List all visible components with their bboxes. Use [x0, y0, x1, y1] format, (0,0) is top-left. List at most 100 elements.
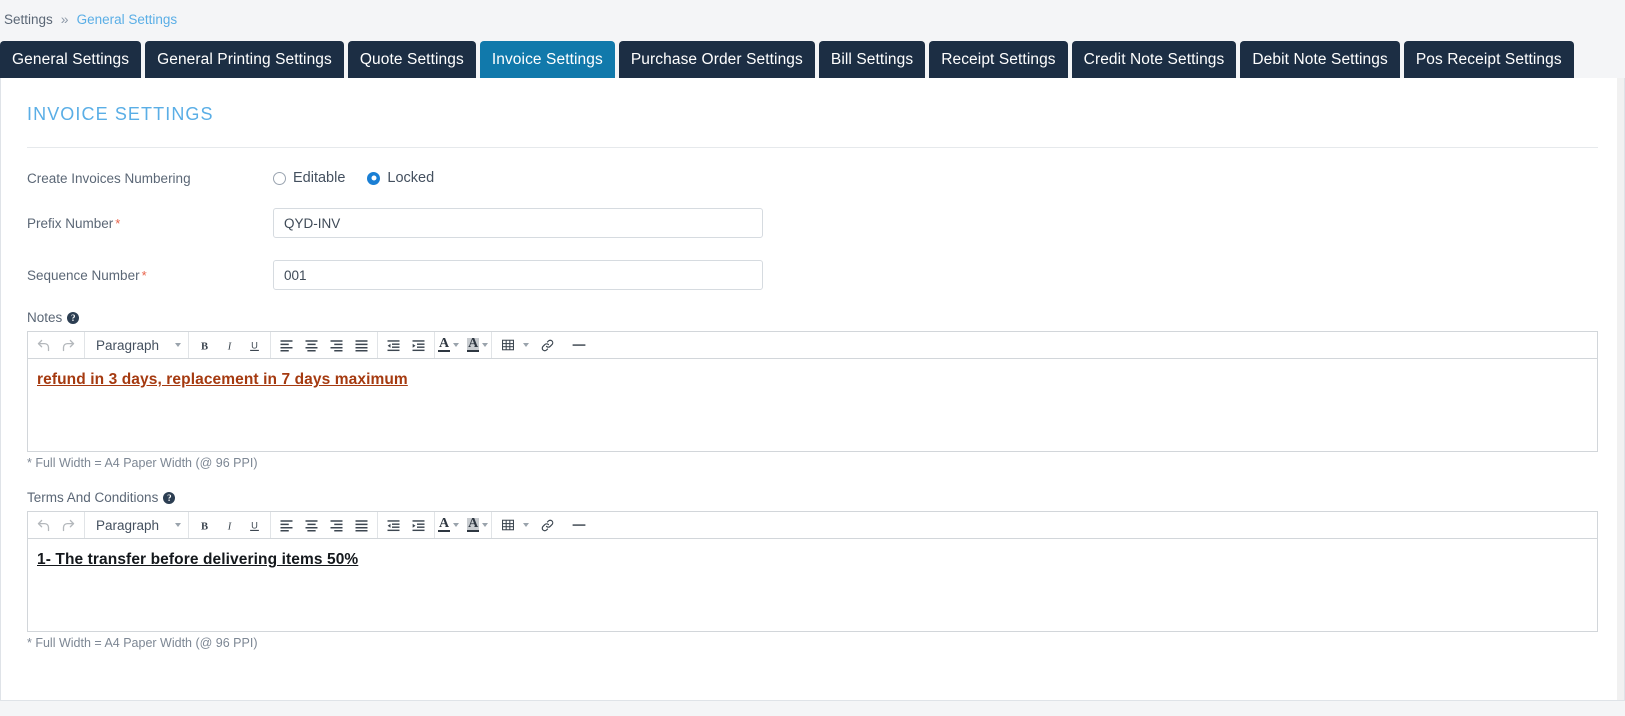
outdent-icon[interactable] — [381, 513, 406, 538]
link-icon[interactable] — [535, 333, 560, 358]
insert-group — [492, 332, 594, 358]
sequence-number-input[interactable] — [273, 260, 763, 290]
numbering-radio-group: Editable Locked — [273, 170, 434, 186]
notes-content: refund in 3 days, replacement in 7 days … — [37, 371, 408, 388]
text-color-button[interactable]: A — [438, 338, 459, 352]
terms-editor: Paragraph B I U — [27, 511, 1598, 632]
terms-label-text: Terms And Conditions — [27, 490, 158, 505]
table-chevron-down-icon[interactable] — [523, 523, 529, 527]
radio-locked[interactable]: Locked — [367, 170, 434, 186]
svg-text:I: I — [227, 521, 232, 532]
align-left-icon[interactable] — [274, 513, 299, 538]
text-color-icon: A — [438, 518, 450, 532]
tab-receipt-settings[interactable]: Receipt Settings — [929, 41, 1067, 78]
svg-text:U: U — [251, 520, 258, 530]
radio-editable[interactable]: Editable — [273, 170, 345, 186]
bold-icon[interactable]: B — [192, 333, 217, 358]
svg-text:U: U — [251, 340, 258, 350]
table-icon[interactable] — [495, 333, 520, 358]
breadcrumb: Settings » General Settings — [0, 0, 1625, 38]
notes-hint: * Full Width = A4 Paper Width (@ 96 PPI) — [27, 456, 1598, 470]
redo-icon[interactable] — [56, 333, 81, 358]
notes-label-text: Notes — [27, 310, 62, 325]
indent-group — [378, 512, 435, 538]
settings-tab-bar: General Settings General Printing Settin… — [0, 38, 1625, 78]
help-icon[interactable]: ? — [163, 492, 175, 504]
outdent-icon[interactable] — [381, 333, 406, 358]
radio-editable-label: Editable — [293, 170, 345, 186]
background-color-icon: A — [467, 338, 479, 352]
background-color-button[interactable]: A — [467, 338, 488, 352]
horizontal-rule-icon[interactable] — [566, 513, 591, 538]
background-color-chevron-down-icon[interactable] — [482, 523, 488, 527]
align-right-icon[interactable] — [324, 333, 349, 358]
radio-locked-label: Locked — [387, 170, 434, 186]
text-color-chevron-down-icon[interactable] — [453, 343, 459, 347]
svg-text:B: B — [201, 521, 208, 532]
svg-text:I: I — [227, 341, 232, 352]
undo-icon[interactable] — [31, 513, 56, 538]
block-format-select[interactable]: Paragraph — [88, 513, 185, 538]
table-chevron-down-icon[interactable] — [523, 343, 529, 347]
tab-pos-receipt-settings[interactable]: Pos Receipt Settings — [1404, 41, 1574, 78]
indent-icon[interactable] — [406, 513, 431, 538]
notes-editor-body[interactable]: refund in 3 days, replacement in 7 days … — [28, 359, 1597, 451]
create-invoices-numbering-row: Create Invoices Numbering Editable Locke… — [27, 170, 1598, 186]
history-group — [28, 332, 85, 358]
chevron-down-icon — [175, 343, 181, 347]
italic-icon[interactable]: I — [217, 513, 242, 538]
terms-and-conditions-label: Terms And Conditions ? — [27, 490, 1598, 505]
tab-purchase-order-settings[interactable]: Purchase Order Settings — [619, 41, 815, 78]
tab-invoice-settings[interactable]: Invoice Settings — [480, 41, 615, 78]
prefix-number-label-text: Prefix Number — [27, 216, 113, 231]
align-center-icon[interactable] — [299, 333, 324, 358]
tab-debit-note-settings[interactable]: Debit Note Settings — [1240, 41, 1399, 78]
table-button[interactable] — [495, 513, 529, 538]
bold-icon[interactable]: B — [192, 513, 217, 538]
title-divider — [27, 147, 1598, 148]
background-color-button[interactable]: A — [467, 518, 488, 532]
block-format-select[interactable]: Paragraph — [88, 333, 185, 358]
prefix-number-row: Prefix Number* — [27, 208, 1598, 238]
block-format-group: Paragraph — [85, 512, 189, 538]
undo-icon[interactable] — [31, 333, 56, 358]
align-justify-icon[interactable] — [349, 513, 374, 538]
align-justify-icon[interactable] — [349, 333, 374, 358]
tab-quote-settings[interactable]: Quote Settings — [348, 41, 476, 78]
radio-editable-circle[interactable] — [273, 172, 286, 185]
underline-icon[interactable]: U — [242, 333, 267, 358]
text-color-icon: A — [438, 338, 450, 352]
align-left-icon[interactable] — [274, 333, 299, 358]
help-icon[interactable]: ? — [67, 312, 79, 324]
notes-editor-toolbar: Paragraph B I U — [28, 332, 1597, 359]
radio-locked-circle[interactable] — [367, 172, 380, 185]
terms-editor-body[interactable]: 1- The transfer before delivering items … — [28, 539, 1597, 631]
tab-bill-settings[interactable]: Bill Settings — [819, 41, 925, 78]
table-icon[interactable] — [495, 513, 520, 538]
tab-general-printing-settings[interactable]: General Printing Settings — [145, 41, 344, 78]
create-invoices-numbering-label: Create Invoices Numbering — [27, 171, 273, 186]
prefix-required-marker: * — [115, 216, 120, 231]
table-button[interactable] — [495, 333, 529, 358]
underline-icon[interactable]: U — [242, 513, 267, 538]
link-icon[interactable] — [535, 513, 560, 538]
invoice-settings-panel: INVOICE SETTINGS Create Invoices Numberi… — [0, 78, 1625, 701]
breadcrumb-current[interactable]: General Settings — [77, 12, 178, 27]
history-group — [28, 512, 85, 538]
alignment-group — [271, 512, 378, 538]
text-color-button[interactable]: A — [438, 518, 459, 532]
breadcrumb-root: Settings — [4, 12, 53, 27]
tab-credit-note-settings[interactable]: Credit Note Settings — [1072, 41, 1237, 78]
indent-icon[interactable] — [406, 333, 431, 358]
text-color-chevron-down-icon[interactable] — [453, 523, 459, 527]
horizontal-rule-icon[interactable] — [566, 333, 591, 358]
align-center-icon[interactable] — [299, 513, 324, 538]
prefix-number-input[interactable] — [273, 208, 763, 238]
redo-icon[interactable] — [56, 513, 81, 538]
background-color-chevron-down-icon[interactable] — [482, 343, 488, 347]
italic-icon[interactable]: I — [217, 333, 242, 358]
page-scrollbar[interactable] — [1617, 78, 1624, 700]
align-right-icon[interactable] — [324, 513, 349, 538]
tab-general-settings[interactable]: General Settings — [0, 41, 141, 78]
notes-label: Notes ? — [27, 310, 1598, 325]
